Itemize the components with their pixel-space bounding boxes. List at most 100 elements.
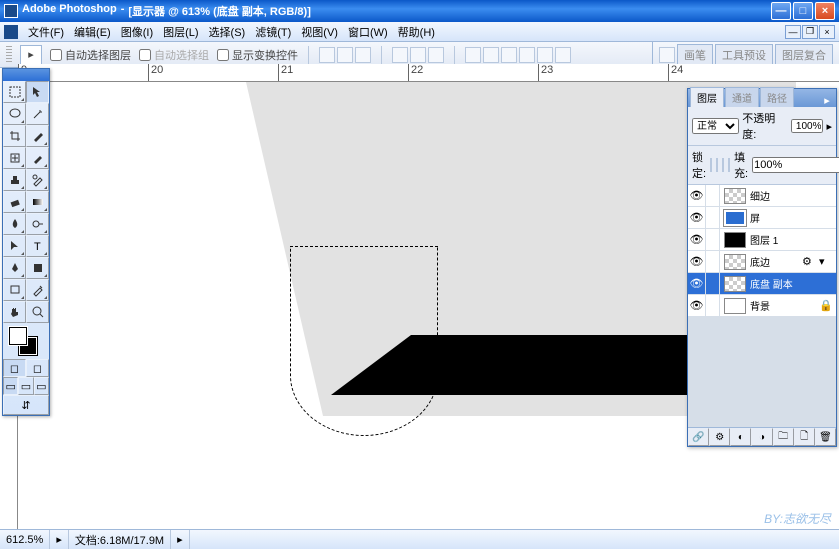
mdi-minimize-button[interactable]: — bbox=[785, 25, 801, 39]
slice-tool[interactable] bbox=[26, 125, 49, 147]
new-layer-button[interactable]: 🗋 bbox=[794, 428, 815, 446]
well-tab-brushes[interactable]: 画笔 bbox=[677, 44, 713, 66]
shape-tool[interactable] bbox=[26, 257, 49, 279]
expand-icon[interactable]: ▾ bbox=[819, 255, 833, 269]
lock-transparency-button[interactable] bbox=[710, 158, 712, 172]
stamp-tool[interactable] bbox=[3, 169, 26, 191]
pen-tool[interactable] bbox=[3, 257, 26, 279]
align-bottom-icon[interactable] bbox=[355, 47, 371, 63]
menu-help[interactable]: 帮助(H) bbox=[394, 22, 439, 42]
visibility-icon[interactable]: 👁 bbox=[688, 273, 706, 294]
tab-layers[interactable]: 图层 bbox=[690, 87, 724, 107]
type-tool[interactable]: T bbox=[26, 235, 49, 257]
eraser-tool[interactable] bbox=[3, 191, 26, 213]
status-flyout-icon[interactable]: ▸ bbox=[50, 530, 69, 549]
ruler-horizontal[interactable]: 9 20 21 22 23 24 bbox=[18, 64, 839, 82]
screen-full-menu-button[interactable]: ▭ bbox=[18, 377, 33, 395]
zoom-level[interactable]: 612.5% bbox=[0, 530, 50, 549]
layer-row[interactable]: 👁底盘 副本 bbox=[688, 273, 836, 295]
mdi-restore-button[interactable]: ❐ bbox=[802, 25, 818, 39]
jump-to-imageready-button[interactable]: ⇵ bbox=[3, 395, 49, 415]
opacity-arrow-icon[interactable]: ▸ bbox=[826, 120, 832, 133]
goto-bridge-icon[interactable] bbox=[659, 47, 675, 63]
marquee-tool[interactable] bbox=[3, 81, 26, 103]
blur-tool[interactable] bbox=[3, 213, 26, 235]
screen-full-button[interactable]: ▭ bbox=[34, 377, 49, 395]
menu-edit[interactable]: 编辑(E) bbox=[70, 22, 115, 42]
crop-tool[interactable] bbox=[3, 125, 26, 147]
path-select-tool[interactable] bbox=[3, 235, 26, 257]
color-swatches[interactable] bbox=[3, 323, 49, 359]
blend-mode-select[interactable]: 正常 bbox=[692, 118, 739, 134]
healing-tool[interactable] bbox=[3, 147, 26, 169]
visibility-icon[interactable]: 👁 bbox=[688, 295, 706, 316]
layer-style-button[interactable]: ⚙ bbox=[709, 428, 730, 446]
distribute-3-icon[interactable] bbox=[501, 47, 517, 63]
screen-standard-button[interactable]: ▭ bbox=[3, 377, 18, 395]
layer-mask-button[interactable]: ◐ bbox=[730, 428, 751, 446]
status-menu-icon[interactable]: ▸ bbox=[171, 530, 190, 549]
fx-icon[interactable]: ⚙ bbox=[802, 255, 816, 269]
new-group-button[interactable]: 🗀 bbox=[773, 428, 794, 446]
layer-row[interactable]: 👁图层 1 bbox=[688, 229, 836, 251]
distribute-4-icon[interactable] bbox=[519, 47, 535, 63]
menu-layer[interactable]: 图层(L) bbox=[159, 22, 202, 42]
toolbox-header[interactable] bbox=[3, 69, 49, 81]
layer-row[interactable]: 👁细边 bbox=[688, 185, 836, 207]
quickmask-mode-button[interactable]: ◻ bbox=[26, 359, 49, 377]
align-vcenter-icon[interactable] bbox=[337, 47, 353, 63]
notes-tool[interactable] bbox=[3, 279, 26, 301]
well-tab-layercomps[interactable]: 图层复合 bbox=[775, 44, 833, 66]
system-menu-icon[interactable] bbox=[4, 25, 18, 39]
visibility-icon[interactable]: 👁 bbox=[688, 207, 706, 228]
fill-input[interactable] bbox=[752, 157, 839, 173]
eyedropper-tool[interactable] bbox=[26, 279, 49, 301]
gradient-tool[interactable] bbox=[26, 191, 49, 213]
tab-channels[interactable]: 通道 bbox=[725, 87, 759, 107]
distribute-6-icon[interactable] bbox=[555, 47, 571, 63]
maximize-button[interactable]: □ bbox=[793, 2, 813, 20]
well-tab-toolpresets[interactable]: 工具预设 bbox=[715, 44, 773, 66]
zoom-tool[interactable] bbox=[26, 301, 49, 323]
menu-image[interactable]: 图像(I) bbox=[117, 22, 157, 42]
history-brush-tool[interactable] bbox=[26, 169, 49, 191]
doc-info[interactable]: 文档:6.18M/17.9M bbox=[69, 530, 171, 549]
lock-pixels-button[interactable] bbox=[716, 158, 718, 172]
visibility-icon[interactable]: 👁 bbox=[688, 185, 706, 206]
brush-tool[interactable] bbox=[26, 147, 49, 169]
wand-tool[interactable] bbox=[26, 103, 49, 125]
layer-row[interactable]: 👁底边⚙▾ bbox=[688, 251, 836, 273]
lasso-tool[interactable] bbox=[3, 103, 26, 125]
align-hcenter-icon[interactable] bbox=[410, 47, 426, 63]
distribute-5-icon[interactable] bbox=[537, 47, 553, 63]
menu-window[interactable]: 窗口(W) bbox=[344, 22, 392, 42]
minimize-button[interactable]: — bbox=[771, 2, 791, 20]
menu-select[interactable]: 选择(S) bbox=[205, 22, 250, 42]
move-tool[interactable] bbox=[26, 81, 49, 103]
layer-row[interactable]: 👁背景🔒 bbox=[688, 295, 836, 317]
mdi-close-button[interactable]: × bbox=[819, 25, 835, 39]
delete-layer-button[interactable]: 🗑 bbox=[815, 428, 836, 446]
current-tool-indicator[interactable]: ▸ bbox=[20, 45, 42, 65]
align-left-icon[interactable] bbox=[392, 47, 408, 63]
align-right-icon[interactable] bbox=[428, 47, 444, 63]
menu-file[interactable]: 文件(F) bbox=[24, 22, 68, 42]
lock-all-button[interactable] bbox=[728, 158, 730, 172]
link-layers-button[interactable]: 🔗 bbox=[688, 428, 709, 446]
show-transform-checkbox[interactable]: 显示变换控件 bbox=[217, 47, 298, 63]
menu-view[interactable]: 视图(V) bbox=[297, 22, 342, 42]
auto-select-group-checkbox[interactable]: 自动选择组 bbox=[139, 47, 209, 63]
adjustment-layer-button[interactable]: ◑ bbox=[751, 428, 772, 446]
options-grip[interactable] bbox=[6, 46, 12, 64]
tab-paths[interactable]: 路径 bbox=[760, 87, 794, 107]
panel-menu-button[interactable]: ▸ bbox=[820, 93, 834, 107]
menu-filter[interactable]: 滤镜(T) bbox=[251, 22, 295, 42]
layer-row[interactable]: 👁屏 bbox=[688, 207, 836, 229]
close-button[interactable]: × bbox=[815, 2, 835, 20]
visibility-icon[interactable]: 👁 bbox=[688, 251, 706, 272]
auto-select-layer-checkbox[interactable]: 自动选择图层 bbox=[50, 47, 131, 63]
standard-mode-button[interactable]: ◻ bbox=[3, 359, 26, 377]
align-top-icon[interactable] bbox=[319, 47, 335, 63]
dodge-tool[interactable] bbox=[26, 213, 49, 235]
opacity-input[interactable] bbox=[791, 119, 823, 133]
